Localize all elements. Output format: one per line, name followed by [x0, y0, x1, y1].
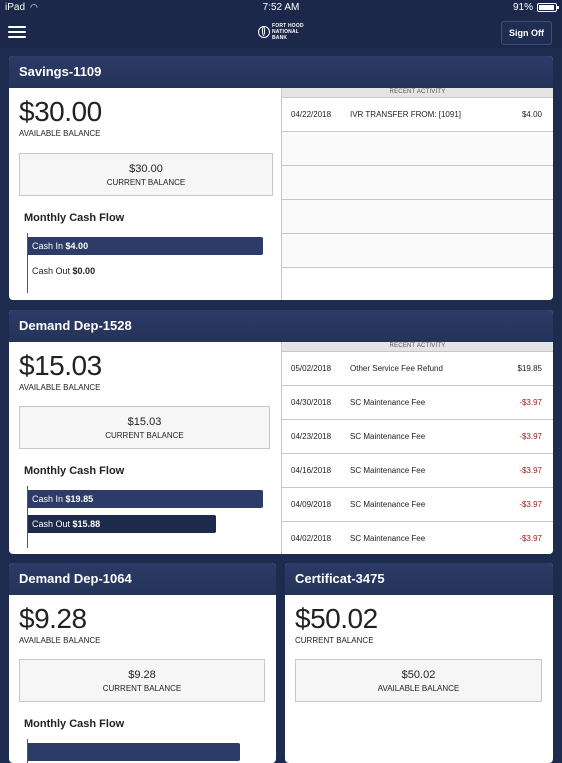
- cash-in-label: Cash In: [32, 241, 64, 251]
- current-balance-box: $9.28 CURRENT BALANCE: [19, 659, 265, 702]
- cash-flow-title: Monthly Cash Flow: [24, 212, 125, 224]
- activity-description: SC Maintenance Fee: [350, 466, 426, 475]
- activity-amount: $4.00: [521, 110, 542, 119]
- available-balance-box: $50.02 AVAILABLE BALANCE: [295, 659, 542, 702]
- recent-activity: RECENT ACTIVITY 04/22/2018 IVR TRANSFER …: [281, 88, 553, 300]
- account-summary: $15.03 AVAILABLE BALANCE $15.03 CURRENT …: [9, 342, 281, 554]
- cash-flow-title: Monthly Cash Flow: [24, 465, 125, 477]
- cash-in-bar-partial: [28, 743, 240, 761]
- available-balance-amount: $9.28: [19, 603, 87, 634]
- account-name[interactable]: Demand Dep-1064: [9, 563, 276, 595]
- activity-description: SC Maintenance Fee: [350, 500, 426, 509]
- current-balance-box: $30.00 CURRENT BALANCE: [19, 153, 273, 196]
- available-balance-amount: $30.00: [19, 96, 102, 127]
- cash-in-label: Cash In: [32, 494, 64, 504]
- account-summary: $9.28 AVAILABLE BALANCE $9.28 CURRENT BA…: [9, 595, 276, 763]
- battery-icon: [537, 3, 559, 12]
- clock: 7:52 AM: [262, 2, 300, 13]
- sign-off-button[interactable]: Sign Off: [501, 21, 552, 45]
- cash-out-bar: Cash Out $0.00: [28, 262, 95, 280]
- current-balance-amount: $15.03: [127, 416, 162, 428]
- current-balance-box: $15.03 CURRENT BALANCE: [19, 406, 270, 449]
- globe-icon: [258, 26, 270, 38]
- activity-description: SC Maintenance Fee: [350, 534, 426, 543]
- account-card-demand-dep-1528[interactable]: Demand Dep-1528 $15.03 AVAILABLE BALANCE…: [9, 310, 553, 554]
- available-balance-label: AVAILABLE BALANCE: [19, 383, 101, 392]
- current-balance-label: CURRENT BALANCE: [106, 178, 186, 187]
- activity-date: 04/23/2018: [291, 432, 332, 441]
- current-balance-amount: $50.02: [295, 603, 378, 634]
- status-bar: iPad ◠ 7:52 AM 91%: [0, 0, 562, 16]
- activity-row-empty: [282, 200, 553, 234]
- recent-activity: RECENT ACTIVITY 05/02/2018 Other Service…: [281, 342, 553, 554]
- activity-amount: -$3.97: [519, 432, 542, 441]
- available-balance-amount: $15.03: [19, 350, 102, 381]
- activity-date: 05/02/2018: [291, 364, 332, 373]
- cash-in-bar: Cash In $19.85: [28, 490, 263, 508]
- available-balance-label: AVAILABLE BALANCE: [377, 684, 460, 693]
- activity-amount: -$3.97: [519, 500, 542, 509]
- activity-amount: $19.85: [517, 364, 542, 373]
- cash-out-amount: $0.00: [72, 266, 96, 276]
- available-balance-label: AVAILABLE BALANCE: [19, 129, 101, 138]
- cash-flow-title: Monthly Cash Flow: [24, 718, 125, 730]
- nav-bar: FORT HOOD NATIONAL BANK Sign Off: [0, 16, 562, 48]
- account-summary: $50.02 CURRENT BALANCE $50.02 AVAILABLE …: [285, 595, 553, 763]
- account-name[interactable]: Certificat-3475: [285, 563, 553, 595]
- cash-in-amount: $19.85: [65, 494, 94, 504]
- activity-row-empty: [282, 166, 553, 200]
- activity-date: 04/30/2018: [291, 398, 332, 407]
- menu-icon[interactable]: [8, 23, 26, 39]
- activity-row[interactable]: 04/02/2018 SC Maintenance Fee -$3.97: [282, 522, 553, 554]
- account-name[interactable]: Demand Dep-1528: [9, 310, 553, 342]
- activity-row[interactable]: 04/09/2018 SC Maintenance Fee -$3.97: [282, 488, 553, 522]
- cash-in-amount: $4.00: [65, 241, 89, 251]
- activity-date: 04/16/2018: [291, 466, 332, 475]
- activity-date: 04/22/2018: [291, 110, 332, 119]
- recent-activity-header: RECENT ACTIVITY: [282, 342, 553, 352]
- recent-activity-header: RECENT ACTIVITY: [282, 88, 553, 98]
- available-balance-label: AVAILABLE BALANCE: [19, 636, 101, 645]
- current-balance-label: CURRENT BALANCE: [102, 684, 182, 693]
- activity-description: SC Maintenance Fee: [350, 432, 426, 441]
- account-card-savings-1109[interactable]: Savings-1109 $30.00 AVAILABLE BALANCE $3…: [9, 56, 553, 300]
- activity-description: SC Maintenance Fee: [350, 398, 426, 407]
- activity-description: Other Service Fee Refund: [350, 364, 443, 373]
- activity-description: IVR TRANSFER FROM: [1091]: [350, 110, 461, 119]
- current-balance-label: CURRENT BALANCE: [105, 431, 184, 440]
- activity-row[interactable]: 04/23/2018 SC Maintenance Fee -$3.97: [282, 420, 553, 454]
- account-name[interactable]: Savings-1109: [9, 56, 553, 88]
- activity-row[interactable]: 04/16/2018 SC Maintenance Fee -$3.97: [282, 454, 553, 488]
- activity-row[interactable]: 04/22/2018 IVR TRANSFER FROM: [1091] $4.…: [282, 98, 553, 132]
- cash-out-amount: $15.88: [72, 519, 101, 529]
- activity-date: 04/09/2018: [291, 500, 332, 509]
- account-card-certificat-3475[interactable]: Certificat-3475 $50.02 CURRENT BALANCE $…: [285, 563, 553, 763]
- current-balance-label: CURRENT BALANCE: [295, 636, 374, 645]
- available-balance-amount: $50.02: [401, 669, 436, 681]
- activity-row[interactable]: 05/02/2018 Other Service Fee Refund $19.…: [282, 352, 553, 386]
- battery-percent: 91%: [512, 2, 533, 13]
- account-summary: $30.00 AVAILABLE BALANCE $30.00 CURRENT …: [9, 88, 281, 300]
- activity-amount: -$3.97: [519, 534, 542, 543]
- activity-date: 04/02/2018: [291, 534, 332, 543]
- current-balance-amount: $9.28: [128, 669, 156, 681]
- activity-amount: -$3.97: [519, 466, 542, 475]
- current-balance-amount: $30.00: [129, 163, 163, 175]
- cash-out-bar: Cash Out $15.88: [28, 515, 216, 533]
- bank-logo: FORT HOOD NATIONAL BANK: [258, 21, 304, 43]
- activity-row-empty: [282, 132, 553, 166]
- cash-out-label: Cash Out: [32, 266, 71, 276]
- activity-row-empty: [282, 234, 553, 268]
- cash-out-label: Cash Out: [32, 519, 71, 529]
- activity-row[interactable]: 04/30/2018 SC Maintenance Fee -$3.97: [282, 386, 553, 420]
- activity-amount: -$3.97: [519, 398, 542, 407]
- account-card-demand-dep-1064[interactable]: Demand Dep-1064 $9.28 AVAILABLE BALANCE …: [9, 563, 276, 763]
- cash-in-bar: Cash In $4.00: [28, 237, 263, 255]
